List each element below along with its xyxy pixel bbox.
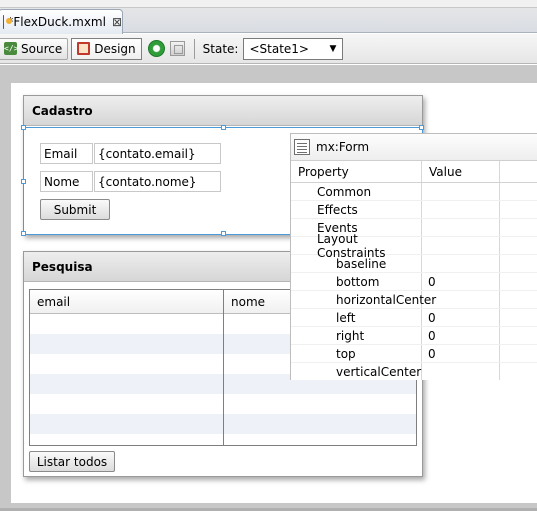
mxml-file-icon	[3, 15, 16, 29]
property-value[interactable]	[422, 183, 500, 200]
editor-tab-title: *FlexDuck.mxml	[7, 15, 106, 29]
table-row[interactable]	[30, 434, 416, 445]
property-row-top[interactable]: top 0	[291, 345, 537, 363]
resize-handle-n[interactable]	[221, 125, 226, 130]
property-row-effects[interactable]: Effects	[291, 201, 537, 219]
source-mode-label: Source	[21, 41, 63, 56]
email-label: Email	[40, 143, 93, 164]
state-label: State:	[202, 41, 239, 56]
editor-tab-strip: *FlexDuck.mxml ⊠	[0, 0, 537, 34]
property-name: baseline	[291, 255, 422, 272]
value-column-header: Value	[422, 161, 500, 182]
editor-tab-flexduck[interactable]: *FlexDuck.mxml ⊠	[0, 9, 123, 34]
property-name: Common	[291, 183, 422, 200]
refresh-icon[interactable]	[147, 40, 165, 57]
design-mode-button[interactable]: Design	[71, 37, 142, 60]
property-row-vertical-center[interactable]: verticalCenter	[291, 363, 537, 380]
design-toolbar: </> Source Design State: <State1> ▼	[0, 34, 537, 64]
tab-strip-top	[0, 0, 537, 8]
column-header-email[interactable]: email	[30, 290, 224, 314]
inspector-rows: Common Effects Events Layout Constraints…	[291, 183, 537, 380]
property-name: right	[291, 327, 422, 344]
property-value[interactable]	[422, 255, 500, 272]
toolbar-separator	[193, 38, 195, 59]
close-tab-icon[interactable]: ⊠	[112, 15, 122, 29]
property-row-layout-constraints[interactable]: Layout Constraints	[291, 232, 537, 260]
resize-handle-nw[interactable]	[21, 125, 26, 130]
email-field[interactable]: {contato.email}	[94, 143, 221, 164]
property-value[interactable]: 0	[422, 327, 500, 344]
property-value[interactable]	[422, 291, 500, 308]
nome-label: Nome	[40, 171, 93, 192]
property-row-common[interactable]: Common	[291, 183, 537, 201]
property-name: horizontalCenter	[291, 291, 436, 308]
state-select-value: <State1>	[249, 41, 309, 56]
submit-button[interactable]: Submit	[40, 199, 110, 220]
property-row-bottom[interactable]: bottom 0	[291, 273, 537, 291]
resize-handle-s[interactable]	[221, 231, 226, 236]
inspector-header: Property Value	[291, 161, 537, 183]
property-name: bottom	[291, 273, 422, 290]
property-value[interactable]	[422, 201, 500, 218]
property-column-header: Property	[291, 161, 422, 182]
property-inspector: mx:Form Property Value Common Effects Ev…	[290, 133, 537, 380]
property-value[interactable]	[422, 219, 500, 236]
cadastro-panel-title: Cadastro	[24, 96, 422, 126]
property-name: left	[291, 309, 422, 326]
property-name: Effects	[291, 201, 422, 218]
listar-todos-button[interactable]: Listar todos	[29, 451, 115, 472]
preview-icon[interactable]	[169, 41, 185, 56]
resize-handle-sw[interactable]	[21, 231, 26, 236]
inspector-title-bar: mx:Form	[291, 134, 537, 161]
resize-handle-ne[interactable]	[419, 125, 424, 130]
column-header-nome[interactable]: nome	[224, 290, 265, 314]
source-mode-button[interactable]: </> Source	[0, 37, 69, 60]
property-row-left[interactable]: left 0	[291, 309, 537, 327]
property-name: top	[291, 345, 422, 362]
source-code-icon: </>	[4, 42, 19, 55]
property-name: Layout Constraints	[291, 232, 422, 260]
table-row[interactable]	[30, 414, 416, 434]
table-row[interactable]	[30, 394, 416, 414]
chevron-down-icon: ▼	[329, 43, 337, 54]
property-value[interactable]: 0	[422, 273, 500, 290]
inspector-title: mx:Form	[316, 140, 370, 154]
property-name: verticalCenter	[291, 363, 422, 380]
form-component-icon	[294, 139, 310, 155]
design-mode-label: Design	[94, 41, 136, 56]
property-value[interactable]: 0	[422, 309, 500, 326]
property-row-right[interactable]: right 0	[291, 327, 537, 345]
property-row-horizontal-center[interactable]: horizontalCenter	[291, 291, 537, 309]
property-value[interactable]: 0	[422, 345, 500, 362]
property-row-baseline[interactable]: baseline	[291, 255, 537, 273]
design-view-icon	[77, 42, 91, 55]
property-value[interactable]	[422, 237, 500, 254]
state-select[interactable]: <State1> ▼	[243, 37, 344, 60]
resize-handle-w[interactable]	[21, 179, 26, 184]
nome-field[interactable]: {contato.nome}	[94, 171, 221, 192]
property-value[interactable]	[422, 363, 500, 380]
